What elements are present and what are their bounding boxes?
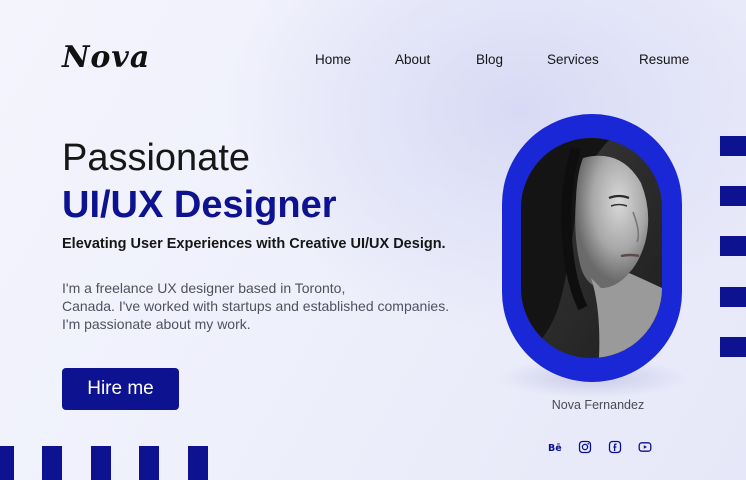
decor-bar: [720, 136, 746, 156]
instagram-icon[interactable]: [578, 440, 592, 454]
behance-icon[interactable]: Bē: [548, 440, 562, 454]
decor-bar: [42, 446, 62, 480]
hero-bio: I'm a freelance UX designer based in Tor…: [62, 279, 462, 333]
hero-title-line1: Passionate: [62, 137, 251, 179]
decor-bar: [0, 446, 14, 480]
decor-bar: [139, 446, 159, 480]
top-nav: Home About Blog Services Resume: [0, 52, 746, 72]
bio-line: I'm passionate about my work.: [62, 316, 251, 332]
decor-bar: [720, 186, 746, 206]
decor-bar: [188, 446, 208, 480]
nav-resume[interactable]: Resume: [639, 52, 689, 67]
svg-text:Bē: Bē: [548, 443, 562, 454]
decor-bar: [720, 236, 746, 256]
nav-blog[interactable]: Blog: [476, 52, 503, 67]
hero-tagline: Elevating User Experiences with Creative…: [62, 236, 446, 252]
decor-bar: [91, 446, 111, 480]
decor-bar: [720, 287, 746, 307]
bio-line: Canada. I've worked with startups and es…: [62, 298, 450, 314]
youtube-icon[interactable]: [638, 440, 652, 454]
nav-home[interactable]: Home: [315, 52, 351, 67]
hire-me-button[interactable]: Hire me: [62, 368, 179, 410]
nav-services[interactable]: Services: [547, 52, 599, 67]
profile-photo: [521, 138, 662, 358]
profile-name: Nova Fernandez: [551, 398, 645, 412]
hero-title-line2: UI/UX Designer: [62, 184, 337, 226]
decor-bar: [720, 337, 746, 357]
facebook-icon[interactable]: [608, 440, 622, 454]
nav-about[interactable]: About: [395, 52, 430, 67]
portrait-frame: [502, 114, 682, 382]
bio-line: I'm a freelance UX designer based in Tor…: [62, 280, 346, 296]
